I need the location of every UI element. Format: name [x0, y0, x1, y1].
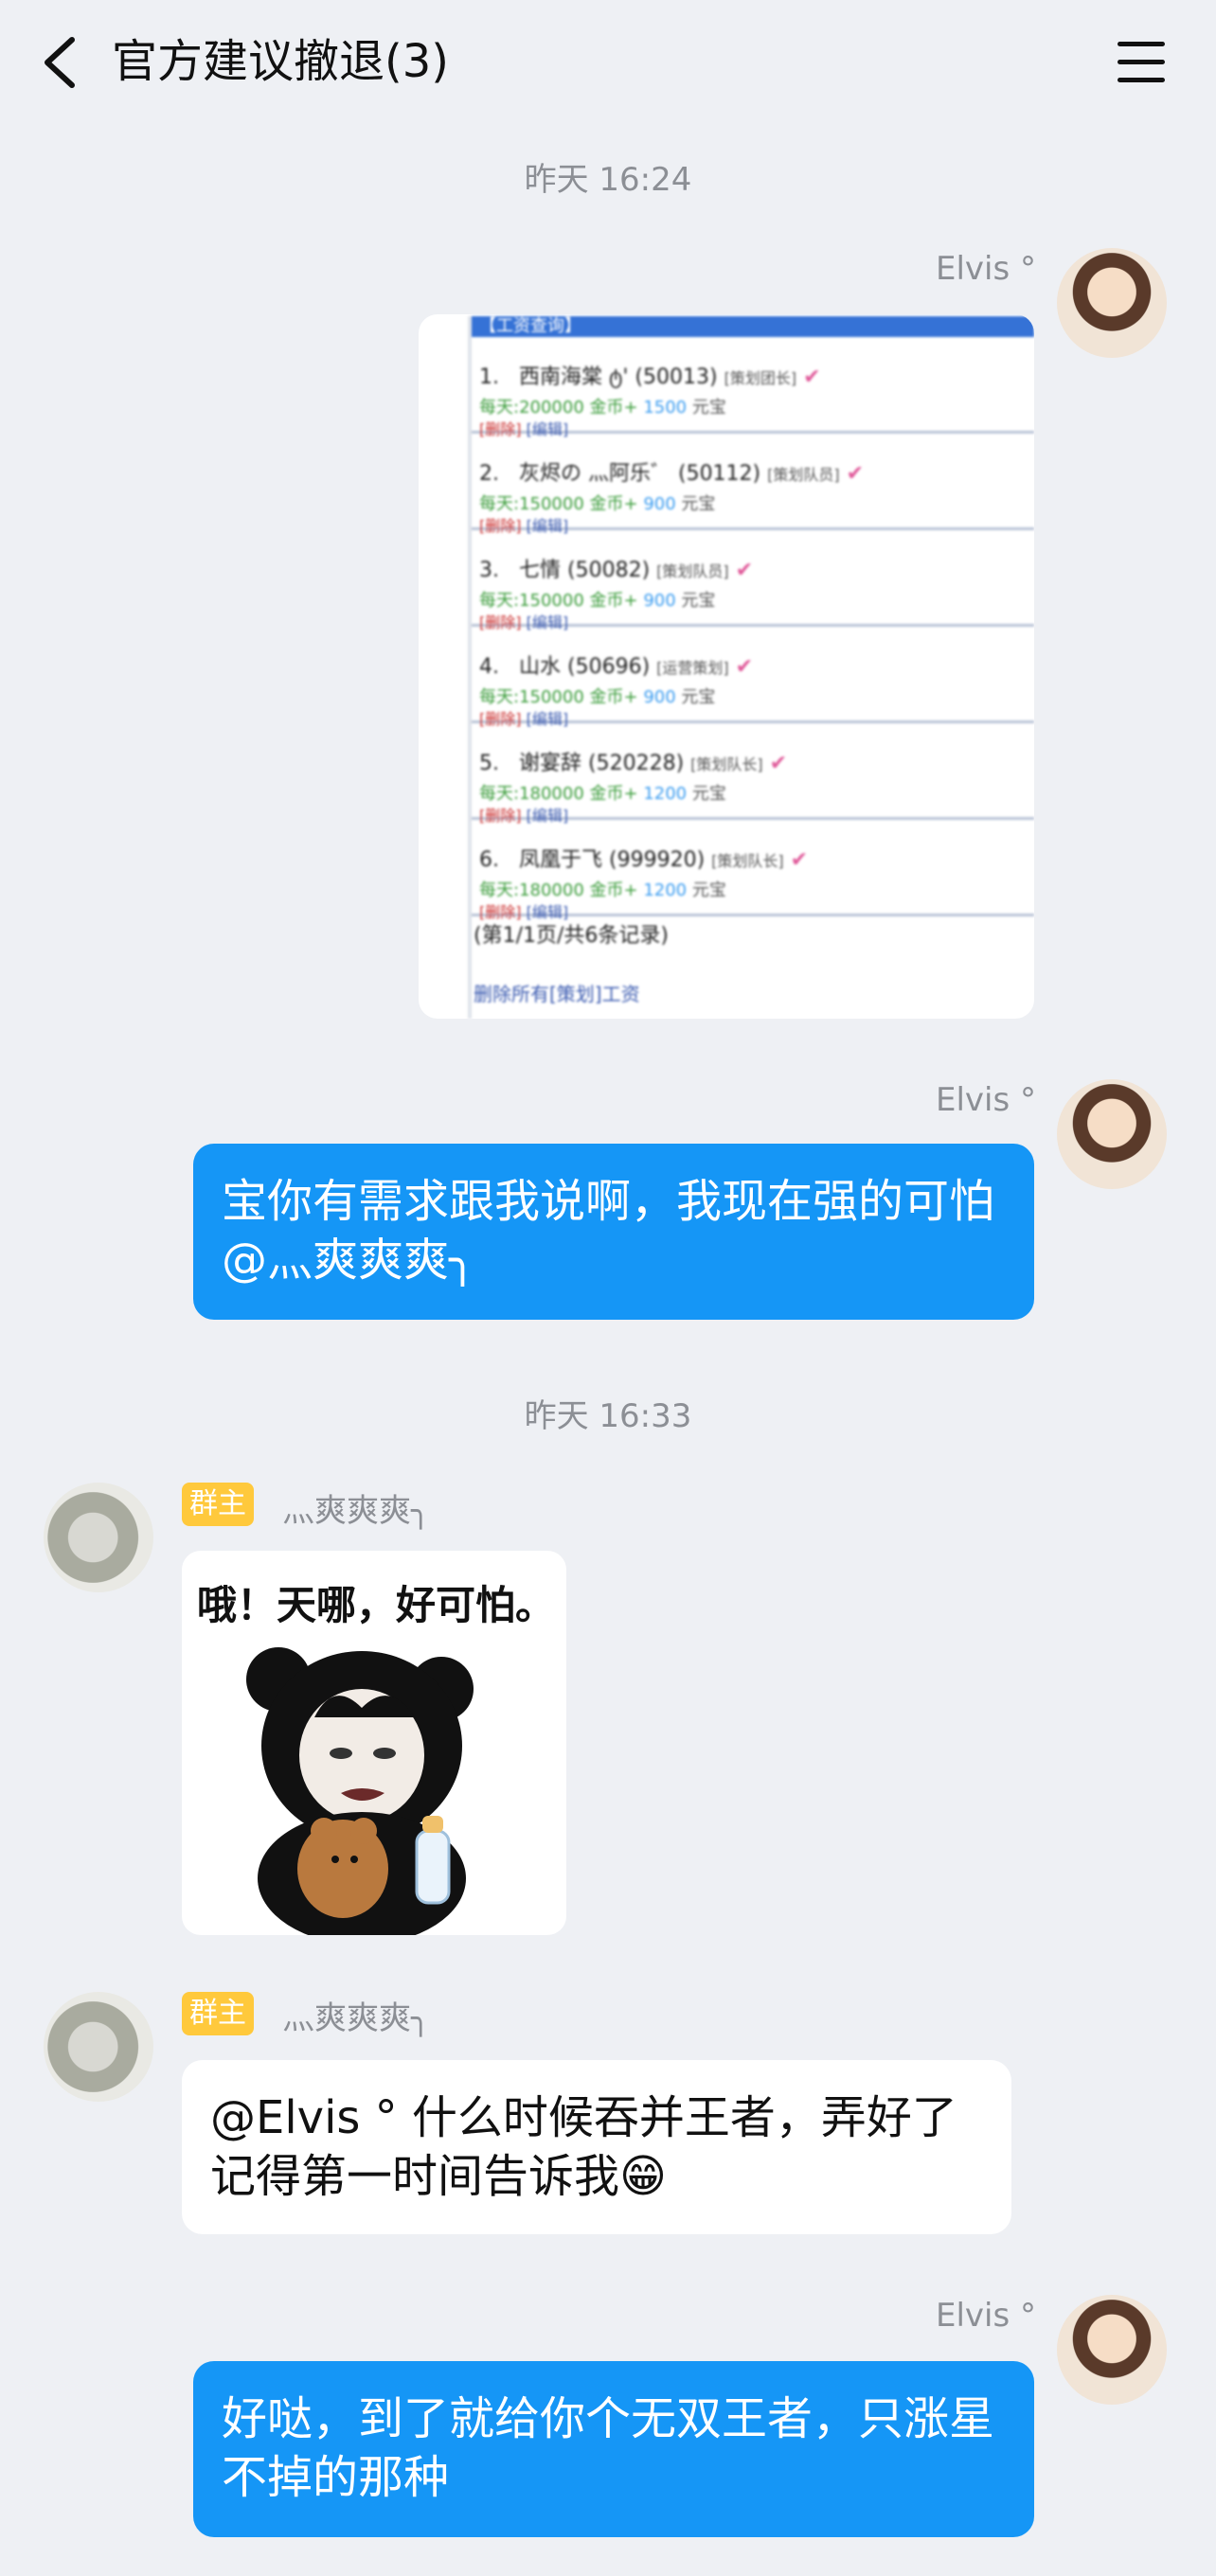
check-icon: ✔: [728, 655, 754, 679]
chat-title: 官方建议撤退(3): [112, 35, 449, 88]
table-row: 6. 凤凰于飞 (999920) [策划队长] ✔ 每天:180000 金币+ 1…: [472, 820, 1034, 921]
sender-name: Elvis °: [935, 1081, 1036, 1119]
owner-badge: 群主: [182, 1992, 254, 2035]
image-message[interactable]: 【工资查询】 1. 西南海棠 ტ' (50013) [策划团长] ✔ 每天:200…: [419, 314, 1034, 1019]
row-salary: 每天:150000 金币+ 900 元宝: [479, 591, 716, 611]
check-icon: ✔: [728, 559, 754, 582]
check-icon: ✔: [783, 848, 809, 872]
avatar[interactable]: [44, 1483, 153, 1592]
row-title: 1. 西南海棠 ტ' (50013) [策划团长] ✔: [479, 365, 821, 389]
check-icon: ✔: [796, 365, 821, 389]
sender-name: Elvis °: [935, 2297, 1036, 2335]
table-row: 1. 西南海棠 ტ' (50013) [策划团长] ✔ 每天:200000 金币+…: [472, 337, 1034, 438]
sticker-caption: 哦！天哪，好可怕。: [197, 1582, 556, 1628]
check-icon: ✔: [762, 752, 788, 775]
table-row: 2. 灰烬の 灬阿乐゛ (50112) [策划队员] ✔ 每天:150000 金币…: [472, 434, 1034, 535]
table-row: 5. 谢宴辞 (520228) [策划队长] ✔ 每天:180000 金币+ 12…: [472, 723, 1034, 825]
row-salary: 每天:150000 金币+ 900 元宝: [479, 494, 716, 514]
sender-name: Elvis °: [935, 250, 1036, 288]
panda-meme-icon: [246, 1647, 474, 1935]
sender-name: 灬爽爽爽╮: [282, 1492, 431, 1530]
table-row: 3. 七情 (50082) [策划队员] ✔ 每天:150000 金币+ 900 …: [472, 530, 1034, 631]
row-title: 2. 灰烬の 灬阿乐゛ (50112) [策划队员] ✔: [479, 462, 865, 486]
chat-header: 官方建议撤退(3): [0, 0, 1216, 123]
timestamp: 昨天 16:24: [524, 161, 692, 199]
menu-icon[interactable]: [1118, 42, 1165, 83]
message-bubble[interactable]: 宝你有需求跟我说啊，我现在强的可怕@灬爽爽爽╮: [193, 1144, 1034, 1320]
row-title: 4. 山水 (50696) [运营策划] ✔: [479, 655, 754, 679]
row-salary: 每天:180000 金币+ 1200 元宝: [479, 880, 726, 900]
row-salary: 每天:180000 金币+ 1200 元宝: [479, 784, 726, 804]
avatar[interactable]: [44, 1992, 153, 2102]
timestamp: 昨天 16:33: [524, 1397, 692, 1435]
check-icon: ✔: [839, 462, 865, 486]
grin-emoji-icon: 😁: [619, 2150, 668, 2203]
row-title: 5. 谢宴辞 (520228) [策划队长] ✔: [479, 752, 788, 775]
sticker-message[interactable]: 哦！天哪，好可怕。: [182, 1551, 566, 1935]
avatar[interactable]: [1057, 2295, 1167, 2405]
table-header: 【工资查询】: [472, 316, 1034, 337]
owner-badge: 群主: [182, 1483, 254, 1526]
back-arrow-icon[interactable]: [38, 34, 83, 91]
sender-name: 灬爽爽爽╮: [282, 1999, 431, 2037]
table-row: 4. 山水 (50696) [运营策划] ✔ 每天:150000 金币+ 900 …: [472, 627, 1034, 728]
row-salary: 每天:200000 金币+ 1500 元宝: [479, 398, 726, 417]
row-title: 3. 七情 (50082) [策划队员] ✔: [479, 559, 754, 582]
avatar[interactable]: [1057, 1079, 1167, 1189]
row-salary: 每天:150000 金币+ 900 元宝: [479, 687, 716, 707]
message-text: @Elvis ° 什么时候吞并王者，弄好了记得第一时间告诉我: [210, 2091, 957, 2203]
row-title: 6. 凤凰于飞 (999920) [策划队长] ✔: [479, 848, 809, 872]
table-footer: (第1/1页/共6条记录): [474, 924, 669, 948]
message-bubble[interactable]: @Elvis ° 什么时候吞并王者，弄好了记得第一时间告诉我😁: [182, 2060, 1011, 2234]
table-footer-link: 删除所有[策划]工资: [474, 983, 640, 1005]
avatar[interactable]: [1057, 248, 1167, 358]
message-bubble[interactable]: 好哒，到了就给你个无双王者，只涨星不掉的那种: [193, 2361, 1034, 2537]
